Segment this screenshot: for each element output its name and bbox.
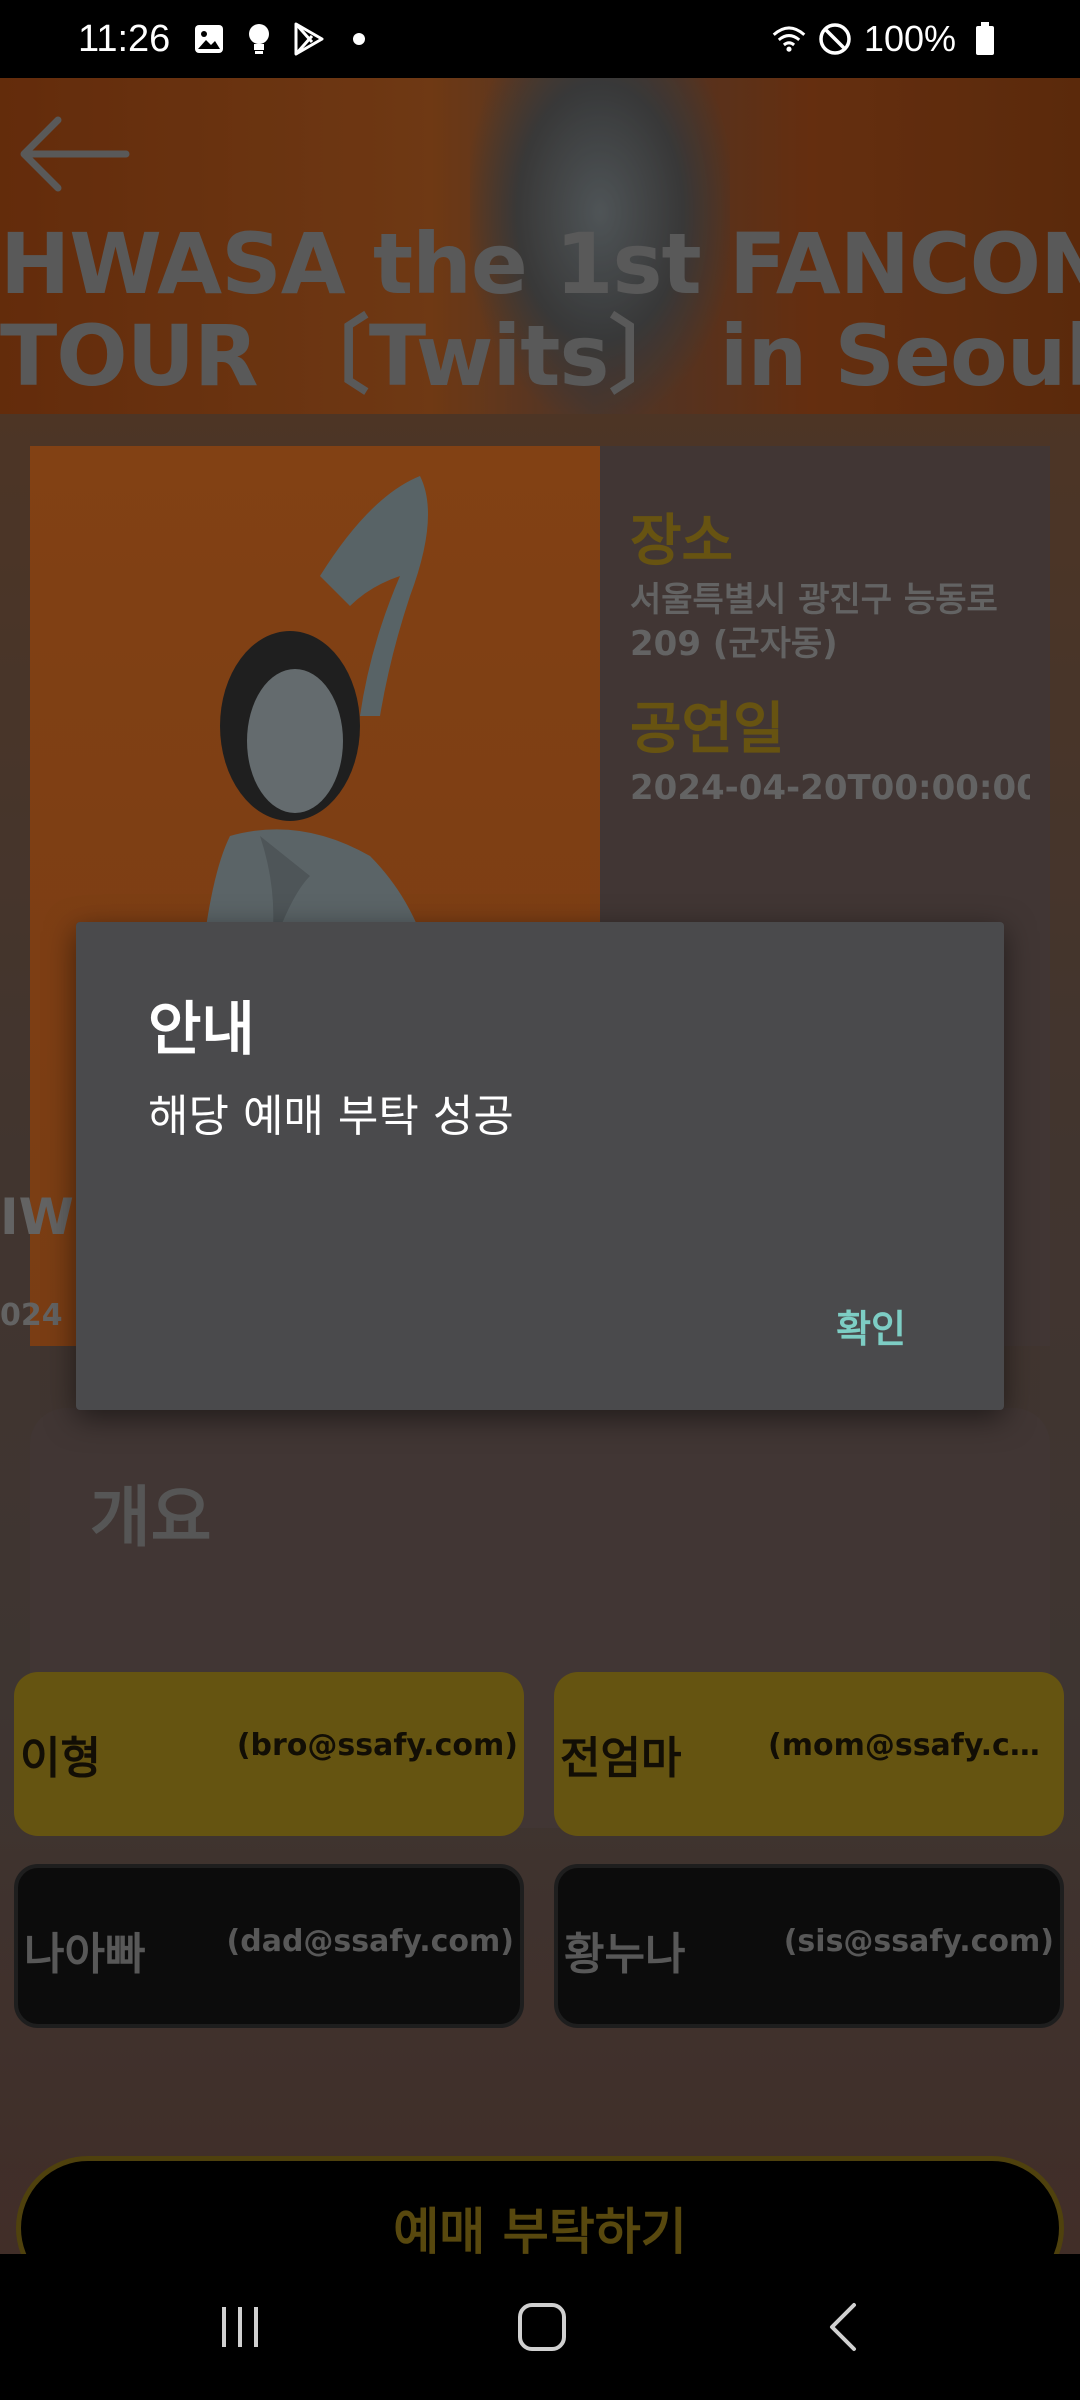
alert-dialog: 안내 해당 예매 부탁 성공 확인 bbox=[76, 922, 1004, 1410]
confirm-button[interactable]: 확인 bbox=[828, 1290, 914, 1361]
system-nav-bar bbox=[0, 2254, 1080, 2400]
dialog-message: 해당 예매 부탁 성공 bbox=[148, 1091, 514, 1142]
bulb-icon bbox=[242, 22, 276, 56]
battery-percent: 100% bbox=[863, 18, 956, 59]
dialog-title: 안내 bbox=[148, 995, 255, 1063]
home-icon[interactable] bbox=[482, 2284, 602, 2370]
status-icons-left bbox=[192, 22, 376, 56]
status-time: 11:26 bbox=[78, 17, 171, 60]
do-not-disturb-icon bbox=[818, 22, 852, 56]
status-icons-right: 100% bbox=[772, 18, 1002, 60]
back-icon[interactable] bbox=[784, 2284, 904, 2370]
battery-icon bbox=[968, 22, 1002, 56]
play-store-icon bbox=[292, 22, 326, 56]
recent-apps-icon[interactable] bbox=[180, 2284, 300, 2370]
dot-icon bbox=[342, 22, 376, 56]
status-bar: 11:26 100% bbox=[0, 0, 1080, 78]
gallery-icon bbox=[192, 22, 226, 56]
wifi-icon bbox=[772, 22, 806, 56]
